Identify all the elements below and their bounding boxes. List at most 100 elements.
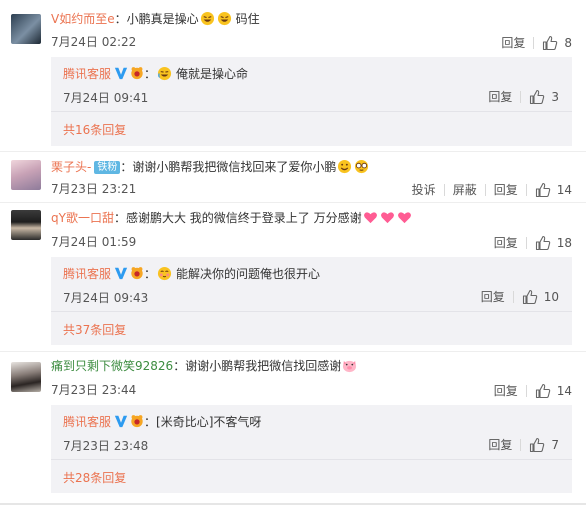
reply-time: 7月23日 23:48 bbox=[63, 439, 149, 453]
avatar[interactable] bbox=[11, 362, 41, 392]
glasses-emoji-icon bbox=[355, 159, 369, 174]
reply-button[interactable]: 回复 bbox=[486, 234, 526, 251]
heart-emoji-icon bbox=[363, 212, 377, 224]
colon: ： bbox=[144, 67, 157, 81]
comment-line: 痛到只剩下微笑92826：谢谢小鹏帮我把微信找回感谢 bbox=[51, 358, 358, 374]
reply-box: 腾讯客服 ： 能解决你的问题俺也很开心 7月24日 09:43 回复 10 共37条… bbox=[51, 257, 572, 345]
thumbs-up-icon bbox=[535, 235, 550, 250]
reply-time: 7月24日 09:41 bbox=[63, 91, 149, 105]
thumbs-up-icon bbox=[530, 89, 545, 104]
comment-text-tail: 码住 bbox=[235, 12, 260, 26]
colon: ： bbox=[113, 211, 126, 225]
reply-button[interactable]: 回复 bbox=[493, 34, 533, 51]
like-count: 7 bbox=[551, 437, 559, 452]
like-button[interactable]: 7 bbox=[521, 437, 559, 453]
comment-line: V如约而至e：小鹏真是操心 码住 bbox=[51, 11, 260, 27]
more-replies-link[interactable]: 共16条回复 bbox=[63, 121, 126, 138]
like-button[interactable]: 18 bbox=[527, 235, 572, 251]
more-replies-link[interactable]: 共37条回复 bbox=[63, 321, 126, 338]
reply-box: 腾讯客服 ：[米奇比心]不客气呀 7月23日 23:48 回复 7 共28条回复 bbox=[51, 405, 572, 493]
comment-actions: 回复 8 bbox=[493, 34, 572, 51]
reply-button[interactable]: 回复 bbox=[480, 436, 520, 453]
username[interactable]: 痛到只剩下微笑92826 bbox=[51, 359, 173, 373]
reply-time: 7月24日 09:43 bbox=[63, 291, 149, 305]
like-button[interactable]: 14 bbox=[527, 383, 572, 399]
comment-line: 栗子头- 铁粉 ：谢谢小鹏帮我把微信找回来了爱你小鹏 bbox=[51, 159, 370, 175]
verified-v-icon bbox=[114, 67, 128, 80]
pig-emoji-icon bbox=[343, 360, 357, 373]
laugh-cry-emoji-icon bbox=[157, 66, 172, 81]
reply-username[interactable]: 腾讯客服 bbox=[63, 267, 111, 281]
reply-box: 腾讯客服 ： 俺就是操心命 7月24日 09:41 回复 3 共16条回复 bbox=[51, 57, 572, 146]
reply-username[interactable]: 腾讯客服 bbox=[63, 67, 111, 81]
more-replies-link[interactable]: 共28条回复 bbox=[63, 469, 126, 486]
comment-list: V如约而至e：小鹏真是操心 码住 7月24日 02:22 回复 8 腾讯客服：俺就… bbox=[0, 0, 586, 505]
divider bbox=[51, 311, 572, 312]
comment-time: 7月23日 23:21 bbox=[51, 182, 137, 196]
fan-badge-icon bbox=[131, 415, 143, 428]
like-count: 18 bbox=[556, 235, 572, 250]
colon: ： bbox=[144, 267, 157, 281]
like-button[interactable]: 8 bbox=[534, 35, 572, 51]
block-button[interactable]: 屏蔽 bbox=[445, 181, 485, 198]
like-button[interactable]: 14 bbox=[527, 182, 572, 198]
username[interactable]: V如约而至e bbox=[51, 12, 115, 26]
reply-text: [米奇比心]不客气呀 bbox=[156, 415, 262, 429]
username[interactable]: qY歌一口甜 bbox=[51, 211, 114, 225]
comment-actions: 回复 18 bbox=[486, 234, 572, 251]
reply-button[interactable]: 回复 bbox=[473, 288, 513, 305]
report-button[interactable]: 投诉 bbox=[404, 181, 444, 198]
comment-time: 7月24日 02:22 bbox=[51, 35, 137, 49]
reply-button[interactable]: 回复 bbox=[486, 181, 526, 198]
comment-item: V如约而至e：小鹏真是操心 码住 7月24日 02:22 回复 8 腾讯客服：俺就… bbox=[0, 0, 586, 156]
avatar[interactable] bbox=[11, 210, 41, 240]
reply-text: 俺就是操心命 bbox=[176, 67, 249, 81]
comment-time: 7月23日 23:44 bbox=[51, 383, 137, 397]
thumbs-up-icon bbox=[522, 289, 537, 304]
comment-time: 7月24日 01:59 bbox=[51, 235, 137, 249]
reply-actions: 回复 10 bbox=[473, 288, 559, 305]
divider bbox=[51, 459, 572, 460]
thumbs-up-icon bbox=[543, 35, 558, 50]
reply-button[interactable]: 回复 bbox=[486, 382, 526, 399]
divider bbox=[51, 111, 572, 112]
verified-v-icon bbox=[114, 415, 128, 428]
laughing-emoji-icon bbox=[200, 11, 214, 26]
reply-line: 腾讯客服 ：[米奇比心]不客气呀 bbox=[63, 414, 261, 430]
reply-line: 腾讯客服 ： 能解决你的问题俺也很开心 bbox=[63, 266, 320, 282]
colon: ： bbox=[114, 12, 127, 26]
comment-text: 小鹏真是操心 bbox=[126, 12, 199, 26]
shy-emoji-icon bbox=[157, 266, 172, 281]
comment-actions: 投诉 屏蔽 回复 14 bbox=[404, 181, 572, 198]
fan-badge-icon bbox=[131, 267, 143, 280]
reply-line: 腾讯客服 ： 俺就是操心命 bbox=[63, 66, 248, 82]
heart-emoji-icon bbox=[380, 212, 394, 224]
reply-actions: 回复 3 bbox=[480, 88, 559, 105]
comment-text: 谢谢小鹏帮我把微信找回感谢 bbox=[185, 359, 342, 373]
like-count: 3 bbox=[551, 89, 559, 104]
avatar[interactable] bbox=[11, 160, 41, 190]
comment-line: qY歌一口甜：感谢鹏大大 我的微信终于登录上了 万分感谢 bbox=[51, 210, 413, 226]
verified-v-icon bbox=[114, 267, 128, 280]
colon: ： bbox=[120, 160, 133, 174]
username[interactable]: 栗子头- bbox=[51, 160, 91, 174]
fan-level-badge: 铁粉 bbox=[94, 161, 121, 174]
comment-text: 谢谢小鹏帮我把微信找回来了爱你小鹏 bbox=[132, 160, 337, 174]
like-button[interactable]: 3 bbox=[521, 89, 559, 105]
comment-item: 痛到只剩下微笑92826：谢谢小鹏帮我把微信找回感谢 7月23日 23:44 回… bbox=[0, 352, 586, 502]
colon: ： bbox=[144, 415, 157, 429]
heart-emoji-icon bbox=[397, 212, 411, 224]
reply-text: 能解决你的问题俺也很开心 bbox=[176, 267, 321, 281]
sweat-smile-emoji-icon bbox=[338, 159, 352, 174]
reply-button[interactable]: 回复 bbox=[480, 88, 520, 105]
like-button[interactable]: 10 bbox=[514, 289, 559, 305]
thumbs-up-icon bbox=[530, 437, 545, 452]
reply-username[interactable]: 腾讯客服 bbox=[63, 415, 111, 429]
like-count: 14 bbox=[556, 182, 572, 197]
avatar[interactable] bbox=[11, 14, 41, 44]
laughing-emoji-icon bbox=[217, 11, 231, 26]
reply-actions: 回复 7 bbox=[480, 436, 559, 453]
thumbs-up-icon bbox=[535, 383, 550, 398]
colon: ： bbox=[173, 359, 186, 373]
fan-badge-icon bbox=[131, 67, 143, 80]
